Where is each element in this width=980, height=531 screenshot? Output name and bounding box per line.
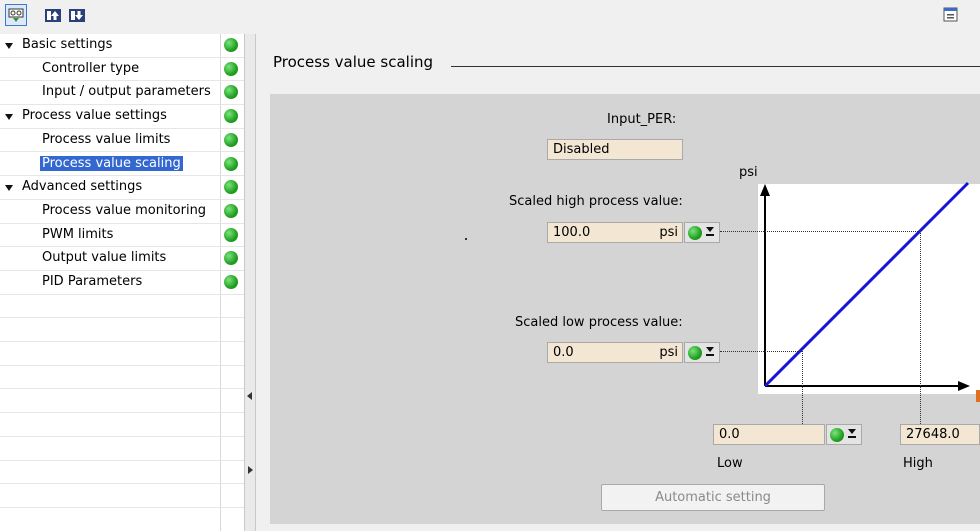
x-axis-arrow <box>958 381 970 391</box>
upload-icon <box>45 9 61 22</box>
tree-item-process-value-monitoring[interactable]: Process value monitoring <box>0 200 244 224</box>
tree-empty-row <box>0 461 244 485</box>
stray-dot <box>465 238 467 240</box>
download-arrow-icon <box>706 347 714 357</box>
scaled-high-unit: psi <box>659 225 678 240</box>
tree-item-label: Process value monitoring <box>42 202 207 218</box>
input-low-field[interactable]: 0.0 <box>713 424 825 445</box>
tree-item-label: Input / output parameters <box>42 84 211 100</box>
status-ok-icon <box>224 85 238 100</box>
scaled-high-input[interactable]: 100.0 psi <box>547 222 683 243</box>
chart-y-unit: psi <box>739 165 758 180</box>
tree-empty-row <box>0 437 244 461</box>
tree-item-basic-settings[interactable]: Basic settings <box>0 34 244 58</box>
tree-item-input-output-parameters[interactable]: Input / output parameters <box>0 81 244 106</box>
status-ok-icon <box>224 156 238 171</box>
status-ok-icon <box>224 203 238 218</box>
status-ok-icon <box>830 428 844 442</box>
pin-window-icon <box>943 7 958 22</box>
tree-empty-row <box>0 390 244 414</box>
status-ok-icon <box>224 38 238 52</box>
tree-item-process-value-settings[interactable]: Process value settings <box>0 105 244 129</box>
pane-splitter[interactable] <box>244 34 256 531</box>
tree-empty-row <box>0 484 244 508</box>
status-ok-icon <box>688 226 702 240</box>
status-ok-icon <box>224 180 238 195</box>
functional-view-icon <box>8 8 24 22</box>
tree-item-controller-type[interactable]: Controller type <box>0 58 244 82</box>
status-ok-icon <box>224 132 238 147</box>
scaled-low-tag-button[interactable] <box>684 342 720 363</box>
collapse-left-icon[interactable] <box>247 392 252 400</box>
low-value: 0.0 <box>719 427 740 442</box>
cropped-marker <box>976 390 980 402</box>
high-guide-vertical <box>920 231 921 424</box>
status-ok-icon <box>224 251 238 266</box>
tree-item-advanced-settings[interactable]: Advanced settings <box>0 176 244 200</box>
tree-item-pwm-limits[interactable]: PWM limits <box>0 224 244 248</box>
tree-item-label: PID Parameters <box>42 274 143 289</box>
tree-item-process-value-scaling[interactable]: Process value scaling <box>0 153 244 177</box>
functional-view-button[interactable] <box>5 4 27 26</box>
scaling-chart <box>760 181 970 391</box>
expand-triangle-icon[interactable] <box>5 43 13 49</box>
input-high-field[interactable]: 27648.0 <box>900 424 980 445</box>
pin-window-button[interactable] <box>940 4 962 26</box>
high-label: High <box>903 456 933 471</box>
status-ok-icon <box>688 346 702 360</box>
section-divider <box>451 66 980 67</box>
y-axis-arrow <box>760 184 770 196</box>
tree-item-label: Process value settings <box>22 108 167 124</box>
low-guide-horizontal <box>720 351 802 352</box>
navigation-tree: Basic settings Controller type Input / o… <box>0 34 244 531</box>
download-arrow-icon <box>706 227 714 237</box>
tree-item-label: Output value limits <box>42 250 167 266</box>
input-per-field[interactable]: Disabled <box>547 139 683 160</box>
high-guide-horizontal <box>720 231 920 232</box>
upload-button[interactable] <box>42 4 64 26</box>
tree-empty-row <box>0 295 244 319</box>
tree-item-label: Controller type <box>42 60 140 76</box>
tree-item-label: PWM limits <box>42 226 114 242</box>
tree-empty-row <box>0 342 244 366</box>
expand-triangle-icon[interactable] <box>5 185 13 192</box>
scaled-low-label: Scaled low process value: <box>515 315 683 330</box>
status-ok-icon <box>224 61 238 76</box>
tree-item-label: Process value limits <box>42 131 171 147</box>
tree-item-label: Advanced settings <box>22 179 143 195</box>
high-value: 27648.0 <box>906 427 960 442</box>
tree-item-label: Basic settings <box>22 37 113 52</box>
download-icon <box>69 9 85 22</box>
tree-item-process-value-limits[interactable]: Process value limits <box>0 129 244 153</box>
low-label: Low <box>717 456 743 471</box>
tree-empty-row <box>0 318 244 343</box>
tree-empty-row <box>0 366 244 390</box>
toolbar <box>0 0 980 33</box>
automatic-setting-button[interactable]: Automatic setting <box>601 484 825 511</box>
expand-triangle-icon[interactable] <box>5 114 13 121</box>
section-title: Process value scaling <box>273 53 434 71</box>
tree-item-label-selected: Process value scaling <box>39 154 184 172</box>
input-per-value: Disabled <box>553 142 610 157</box>
tree-item-output-value-limits[interactable]: Output value limits <box>0 247 244 271</box>
input-low-tag-button[interactable] <box>826 424 862 445</box>
scaled-low-unit: psi <box>659 345 678 360</box>
input-per-label: Input_PER: <box>607 112 677 127</box>
scaled-high-value: 100.0 <box>553 225 591 240</box>
low-guide-vertical <box>802 351 803 424</box>
expand-right-icon[interactable] <box>248 466 253 474</box>
status-ok-icon <box>224 109 238 124</box>
status-ok-icon <box>224 227 238 242</box>
download-button[interactable] <box>66 4 88 26</box>
status-ok-icon <box>224 275 238 289</box>
tree-empty-row <box>0 413 244 437</box>
download-arrow-icon <box>848 429 856 439</box>
scaling-line <box>763 181 970 388</box>
scaled-low-input[interactable]: 0.0 psi <box>547 342 683 363</box>
scaled-high-label: Scaled high process value: <box>509 194 683 209</box>
tree-item-pid-parameters[interactable]: PID Parameters <box>0 271 244 295</box>
scaled-low-value: 0.0 <box>553 345 574 360</box>
scaled-high-tag-button[interactable] <box>684 222 720 243</box>
